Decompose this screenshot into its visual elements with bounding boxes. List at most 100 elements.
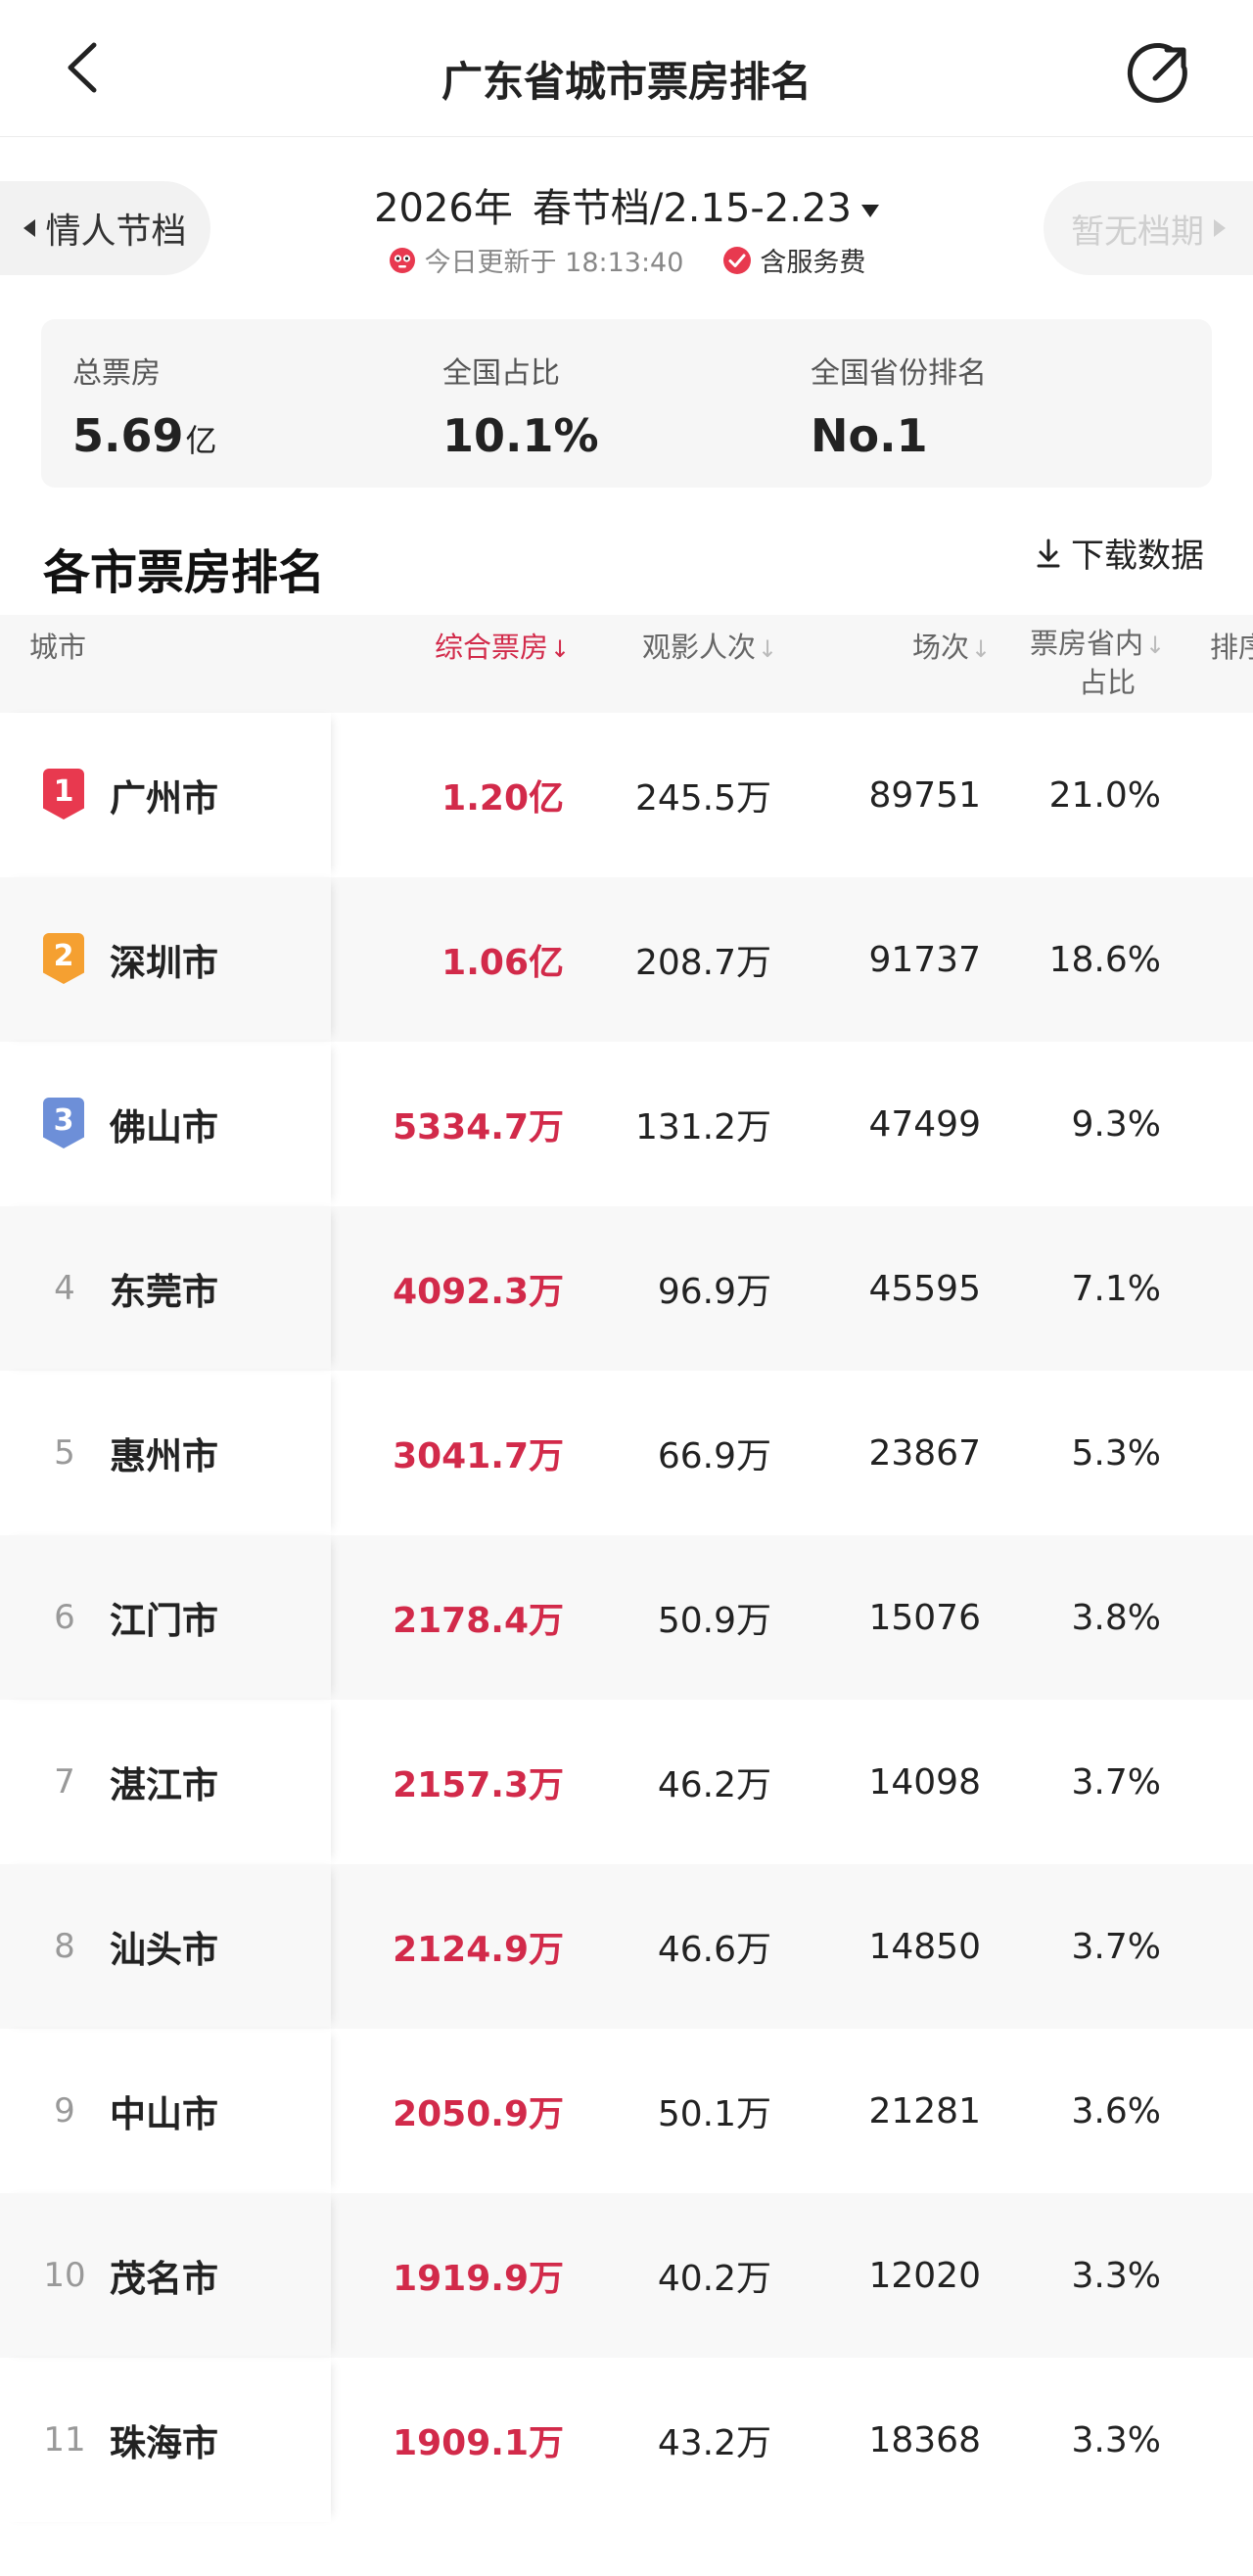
triangle-right-icon [1214,219,1226,237]
header-audience-label: 观影人次 [642,631,757,664]
shows-value: 89751 [868,774,981,816]
city-name: 茂名市 [110,2258,218,2300]
audience-value: 46.6万 [657,1930,771,1970]
province-rank-value: No.1 [811,409,928,462]
audience-value: 43.2万 [657,2423,771,2463]
box-office-value: 3041.7万 [393,1436,564,1476]
table-row[interactable]: 11 珠海市 1909.1万 43.2万 18368 3.3% [0,2358,1253,2522]
share-icon [1127,42,1187,103]
header-box-office-label: 综合票房 [435,631,549,664]
table-row[interactable]: 2 深圳市 1.06亿 208.7万 91737 18.6% [0,877,1253,1042]
rank-number: 7 [54,1762,75,1802]
shows-value: 47499 [868,1103,981,1145]
page-title: 广东省城市票房排名 [441,58,812,106]
header-audience[interactable]: 观影人次↓ [642,625,777,666]
share-button[interactable] [1126,39,1194,108]
province-share-value: 18.6% [1048,939,1161,980]
rank-number: 6 [54,1598,75,1637]
audience-value: 208.7万 [634,943,771,983]
shows-value: 91737 [868,939,981,980]
sort-arrow-icon: ↓ [550,635,571,663]
box-office-value: 2178.4万 [393,1601,564,1641]
province-share-value: 3.7% [1071,1761,1161,1803]
total-label: 总票房 [72,356,161,391]
rank-number: 8 [54,1927,75,1966]
table-row[interactable]: 7 湛江市 2157.3万 46.2万 14098 3.7% [0,1700,1253,1864]
national-share-label: 全国占比 [442,356,560,391]
header-rank[interactable]: 排序 [1210,625,1253,666]
mascot-icon [389,247,415,273]
box-office-value: 1909.1万 [393,2423,564,2463]
table-row[interactable]: 9 中山市 2050.9万 50.1万 21281 3.6% [0,2029,1253,2193]
city-name: 深圳市 [110,942,218,984]
audience-value: 66.9万 [657,1436,771,1476]
national-share: 全国占比 10.1% [442,349,599,462]
province-share-value: 3.3% [1071,2419,1161,2460]
summary-card: 总票房 5.69亿 全国占比 10.1% 全国省份排名 No.1 [41,319,1212,488]
city-name: 湛江市 [110,1764,218,1806]
fee-info: 含服务费 [722,241,865,279]
period-year: 2026年 [374,186,513,231]
city-name: 中山市 [110,2093,218,2135]
download-button[interactable]: 下载数据 [1034,529,1204,577]
province-rank: 全国省份排名 No.1 [811,349,987,462]
rank-number: 9 [54,2091,75,2131]
box-office-value: 2157.3万 [393,1765,564,1805]
header-box-office[interactable]: 综合票房↓ [435,625,570,666]
shows-value: 14850 [868,1926,981,1967]
sort-arrow-icon: ↓ [971,635,992,663]
update-time: 今日更新于 18:13:40 [424,248,684,278]
rank-number: 4 [54,1269,75,1308]
box-office-value: 4092.3万 [393,1272,564,1312]
total-number: 5.69 [72,409,184,462]
province-share-value: 3.8% [1071,1597,1161,1638]
shows-value: 14098 [868,1761,981,1803]
box-office-value: 1.06亿 [441,943,564,983]
province-share-value: 9.3% [1071,1103,1161,1145]
table-row[interactable]: 1 广州市 1.20亿 245.5万 89751 21.0% [0,713,1253,877]
shows-value: 23867 [868,1432,981,1474]
period-label: 春节档/2.15-2.23 [532,186,852,231]
province-share-value: 5.3% [1071,1432,1161,1474]
header-shows[interactable]: 场次↓ [912,625,991,666]
audience-value: 131.2万 [634,1107,771,1147]
box-office-value: 2050.9万 [393,2094,564,2134]
city-name: 珠海市 [110,2422,218,2464]
table-row[interactable]: 5 惠州市 3041.7万 66.9万 23867 5.3% [0,1371,1253,1535]
audience-value: 245.5万 [634,778,771,819]
header-shows-label: 场次 [912,631,970,664]
shows-value: 18368 [868,2419,981,2460]
header-province-share[interactable]: 票房省内↓ 占比 [1030,625,1165,701]
header-share-line1: 票房省内 [1030,627,1144,660]
page: 广东省城市票房排名 情人节档 2026年春节档/2.15-2.23 暂无档期 [0,0,1253,2576]
province-share-value: 7.1% [1071,1268,1161,1309]
table-header: 城市 综合票房↓ 观影人次↓ 场次↓ 票房省内↓ 占比 排序 [0,615,1253,713]
shows-value: 15076 [868,1597,981,1638]
audience-value: 50.1万 [657,2094,771,2134]
total-value: 5.69亿 [72,409,217,462]
period-meta: 今日更新于 18:13:40 含服务费 [0,241,1253,279]
shows-value: 12020 [868,2255,981,2296]
table-row[interactable]: 6 江门市 2178.4万 50.9万 15076 3.8% [0,1535,1253,1700]
total-unit: 亿 [185,422,217,459]
city-name: 江门市 [110,1600,218,1642]
city-name: 汕头市 [110,1929,218,1971]
table-row[interactable]: 4 东莞市 4092.3万 96.9万 45595 7.1% [0,1206,1253,1371]
header-share-line2: 占比 [1079,666,1137,699]
rank-number: 10 [43,2256,86,2295]
table-row[interactable]: 10 茂名市 1919.9万 40.2万 12020 3.3% [0,2193,1253,2358]
check-circle-icon [723,246,752,274]
table-body: 1 广州市 1.20亿 245.5万 89751 21.0% 2 深圳市 1.06亿 208.7万… [0,713,1253,2522]
province-rank-label: 全国省份排名 [811,356,987,391]
header-city: 城市 [29,631,87,664]
table-row[interactable]: 3 佛山市 5334.7万 131.2万 47499 9.3% [0,1042,1253,1206]
province-share-value: 3.3% [1071,2255,1161,2296]
sort-arrow-icon: ↓ [758,635,778,663]
table-row[interactable]: 8 汕头市 2124.9万 46.6万 14850 3.7% [0,1864,1253,2029]
province-share-value: 3.6% [1071,2090,1161,2131]
update-info: 今日更新于 18:13:40 [388,241,684,279]
rank-number: 5 [54,1433,75,1473]
top-bar: 广东省城市票房排名 [0,0,1253,137]
box-office-value: 1.20亿 [441,778,564,819]
sort-arrow-icon: ↓ [1145,632,1166,659]
